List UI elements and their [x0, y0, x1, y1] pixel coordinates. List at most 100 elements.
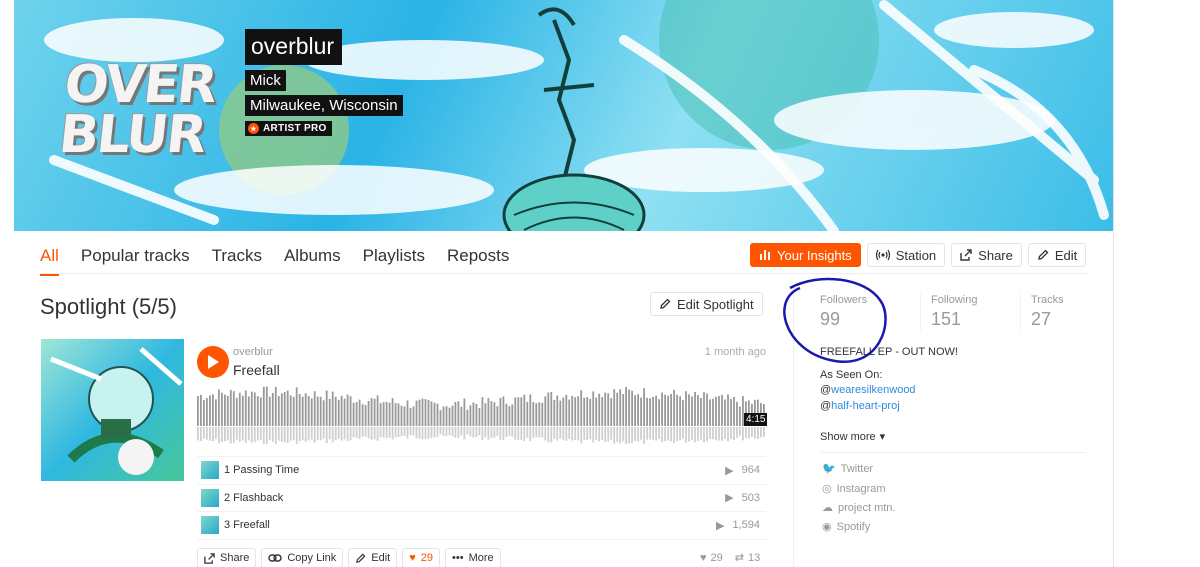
waveform-reflection	[262, 427, 265, 444]
waveform-bar	[643, 388, 645, 426]
show-more-button[interactable]: Show more ▾	[820, 430, 885, 444]
social-link-project-mtn[interactable]: ☁ project mtn.	[822, 501, 895, 515]
track-title[interactable]: Freefall	[233, 362, 280, 378]
waveform-reflection	[331, 427, 334, 443]
waveform-bar	[274, 386, 277, 426]
tracks-stat[interactable]: Tracks 27	[1020, 294, 1120, 330]
bio-link-half-heart[interactable]: @half-heart-proj	[820, 400, 900, 412]
waveform-bar	[463, 398, 466, 426]
play-button[interactable]	[197, 346, 229, 378]
pencil-icon	[1038, 249, 1049, 260]
waveform-bar	[343, 398, 346, 426]
waveform-reflection	[454, 427, 457, 438]
waveform-reflection	[250, 427, 253, 443]
social-link-spotify[interactable]: ◉ Spotify	[822, 520, 870, 534]
waveform-bar	[427, 399, 430, 426]
following-stat[interactable]: Following 151	[920, 294, 1020, 330]
play-count-value: 1,594	[732, 519, 760, 532]
your-insights-button[interactable]: Your Insights	[750, 243, 861, 267]
track-edit-button[interactable]: Edit	[348, 548, 398, 567]
waveform-reflection	[508, 427, 511, 436]
waveform-reflection	[334, 427, 337, 441]
tab-tracks[interactable]: Tracks	[212, 246, 262, 276]
waveform-reflection	[616, 427, 619, 442]
waveform-reflection	[200, 427, 202, 441]
waveform-reflection	[358, 427, 361, 439]
waveform-reflection	[283, 427, 286, 443]
waveform-bar	[715, 396, 717, 426]
waveform-reflection	[529, 427, 532, 442]
likes-stat[interactable]: ♥ 29	[700, 551, 723, 564]
waveform-bar	[613, 389, 616, 426]
track-thumbnail	[201, 516, 219, 535]
waveform-bar	[316, 396, 319, 426]
waveform-bar	[544, 396, 547, 426]
waveform-reflection	[212, 427, 214, 442]
waveform-bar	[403, 406, 406, 426]
waveform-reflection	[478, 427, 481, 436]
track-share-button[interactable]: Share	[197, 548, 257, 567]
waveform-reflection	[523, 427, 526, 442]
track-artwork[interactable]	[41, 339, 184, 481]
waveform-reflection	[685, 427, 687, 443]
waveform-bar	[682, 400, 684, 426]
waveform-bar	[523, 394, 526, 426]
waveform-reflection	[244, 427, 247, 443]
track-row[interactable]: 2 Flashback ▶ 503	[197, 485, 766, 512]
waveform-reflection	[556, 427, 559, 441]
waveform-reflection	[301, 427, 304, 441]
waveform-reflection	[673, 427, 675, 444]
bio-seen-on: As Seen On:	[820, 369, 883, 381]
track-uploader[interactable]: overblur	[233, 346, 273, 358]
waveform-reflection	[553, 427, 556, 439]
waveform-bar	[700, 398, 702, 426]
share-icon	[960, 249, 972, 261]
bio-link-silkenwood[interactable]: @wearesilkenwood	[820, 384, 916, 396]
waveform-bar	[511, 404, 514, 426]
waveform-bar	[679, 396, 681, 426]
track-duration: 4:15	[744, 413, 768, 426]
tab-playlists[interactable]: Playlists	[363, 246, 425, 276]
tab-all[interactable]: All	[40, 246, 59, 276]
waveform-bar	[206, 398, 208, 426]
copy-link-button[interactable]: Copy Link	[261, 548, 344, 567]
more-button[interactable]: ••• More	[445, 548, 501, 567]
share-button[interactable]: Share	[951, 243, 1022, 267]
waveform[interactable]	[197, 384, 766, 444]
waveform-reflection	[541, 427, 544, 438]
edit-spotlight-button[interactable]: Edit Spotlight	[650, 292, 763, 316]
waveform-reflection	[469, 427, 472, 437]
tab-albums[interactable]: Albums	[284, 246, 341, 276]
following-count: 151	[931, 309, 962, 329]
track-row[interactable]: 3 Freefall ▶ 1,594	[197, 512, 766, 540]
waveform-reflection	[724, 427, 726, 439]
waveform-reflection	[580, 427, 583, 444]
waveform-bar	[502, 396, 505, 426]
followers-stat[interactable]: Followers 99	[820, 294, 920, 330]
waveform-bar	[565, 394, 568, 426]
waveform-reflection	[433, 427, 436, 438]
waveform-reflection	[559, 427, 562, 439]
social-link-instagram[interactable]: ◎ Instagram	[822, 482, 886, 496]
waveform-reflection	[532, 427, 535, 438]
waveform-bar	[574, 397, 577, 426]
like-button[interactable]: ♥ 29	[402, 548, 441, 567]
waveform-reflection	[652, 427, 654, 441]
social-link-twitter[interactable]: 🐦 Twitter	[822, 462, 873, 476]
reposts-stat[interactable]: ⇄ 13	[735, 551, 760, 565]
waveform-bar	[658, 399, 660, 426]
waveform-reflection	[397, 427, 400, 438]
tab-popular-tracks[interactable]: Popular tracks	[81, 246, 190, 276]
waveform-reflection	[568, 427, 571, 439]
track-stats: ♥ 29 ⇄ 13	[700, 551, 760, 565]
track-row-title: 3 Freefall	[224, 519, 270, 532]
profile-username: overblur	[245, 29, 343, 65]
waveform-bar	[247, 396, 250, 426]
tracks-label: Tracks	[1031, 294, 1064, 306]
station-button[interactable]: Station	[866, 243, 946, 267]
waveform-bar	[508, 406, 511, 426]
track-row[interactable]: 1 Passing Time ▶ 964	[197, 457, 766, 485]
waveform-reflection	[388, 427, 391, 438]
tab-reposts[interactable]: Reposts	[447, 246, 509, 276]
edit-profile-button[interactable]: Edit	[1027, 243, 1087, 267]
